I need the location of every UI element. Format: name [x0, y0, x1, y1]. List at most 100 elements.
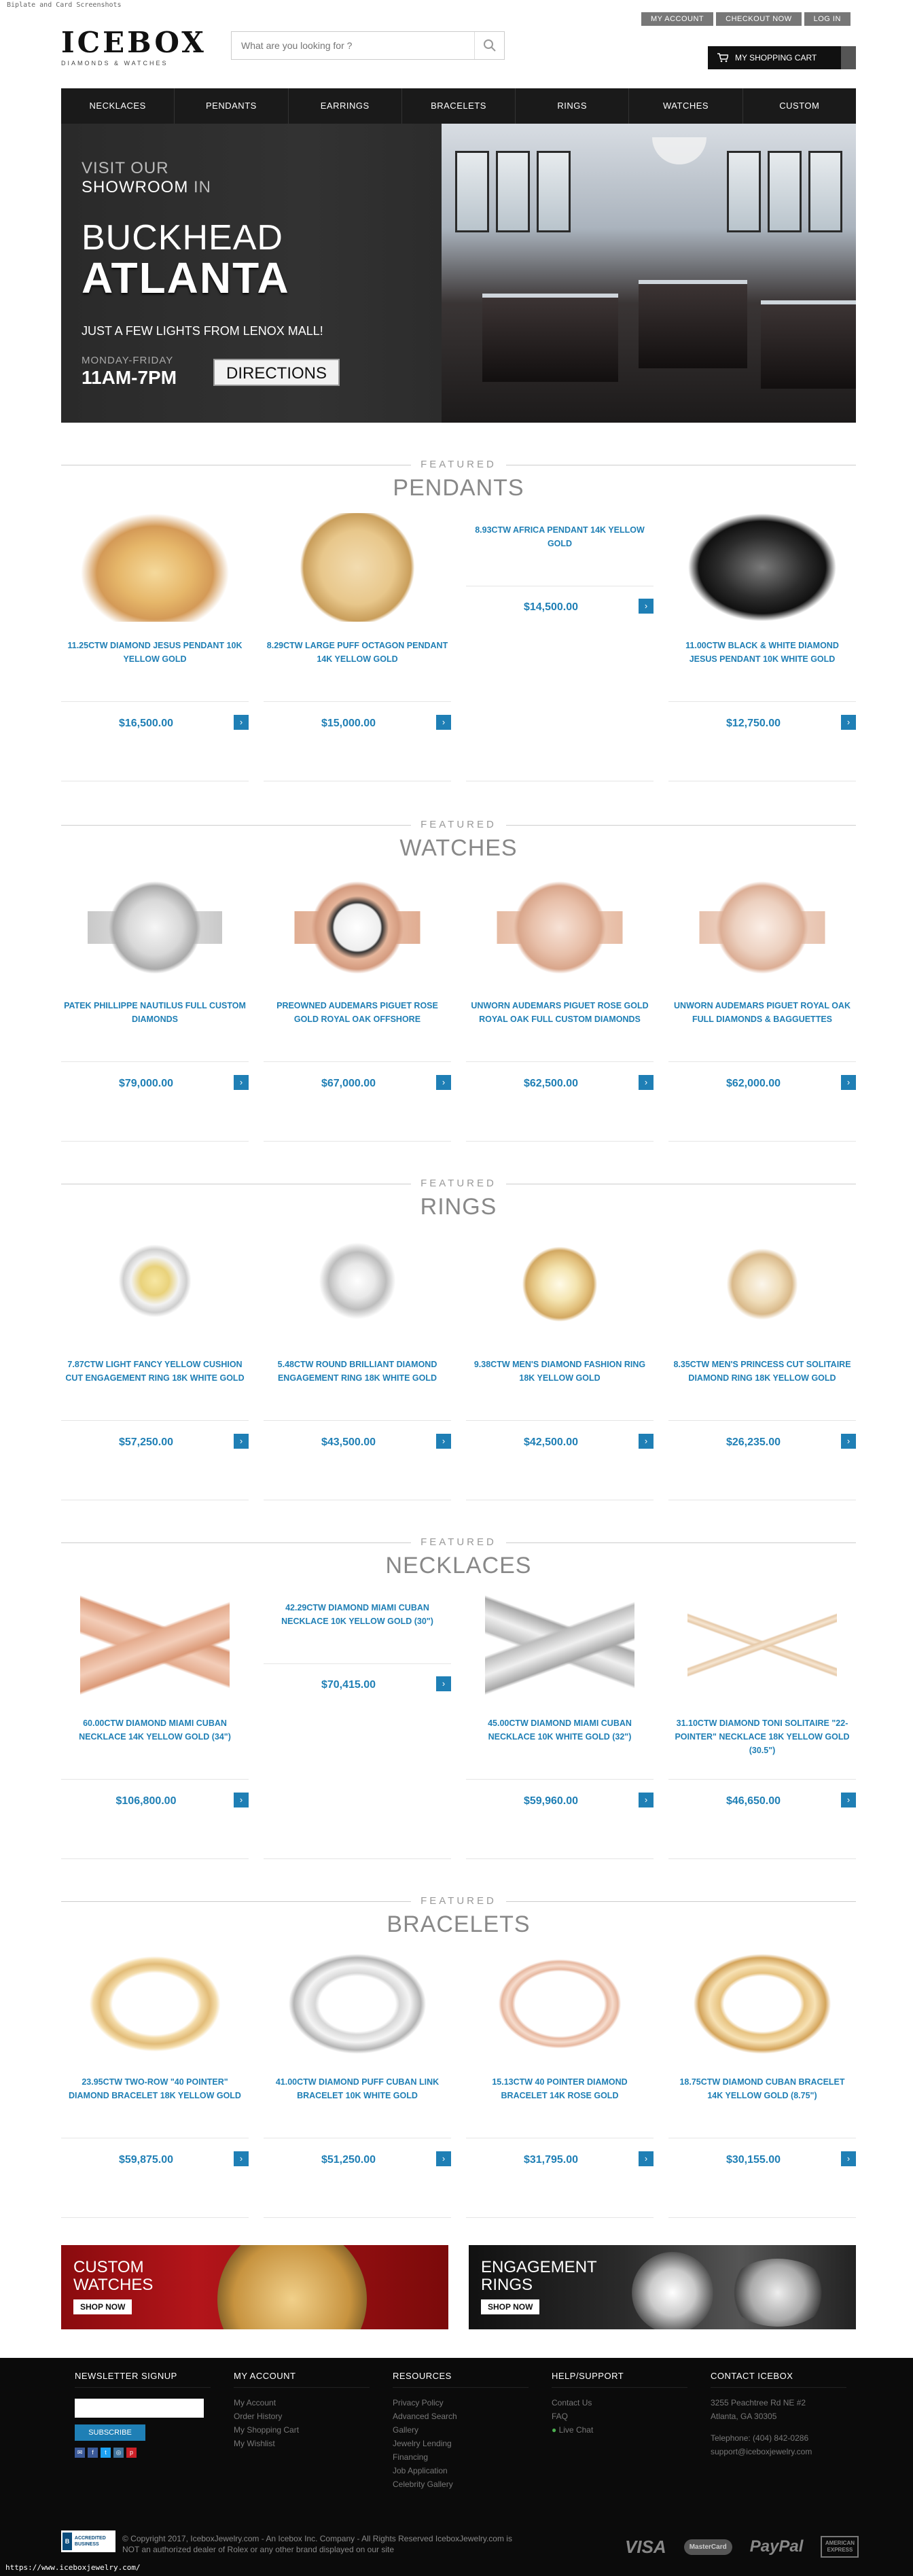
subscribe-button[interactable]: SUBSCRIBE [75, 2424, 145, 2441]
section-title[interactable]: NECKLACES [61, 1552, 856, 1579]
newsletter-email-input[interactable] [75, 2399, 204, 2418]
nav-watches[interactable]: WATCHES [629, 88, 743, 124]
product-title[interactable]: 11.25CTW DIAMOND JESUS PENDANT 10K YELLO… [61, 639, 249, 666]
product-title[interactable]: 8.35CTW MEN'S PRINCESS CUT SOLITAIRE DIA… [668, 1358, 856, 1385]
search-button[interactable] [474, 32, 504, 59]
chevron-right-icon[interactable]: › [436, 2151, 451, 2166]
product-title[interactable]: UNWORN AUDEMARS PIGUET ROYAL OAK FULL DI… [668, 999, 856, 1026]
product-card[interactable]: PATEK PHILLIPPE NAUTILUS FULL CUSTOM DIA… [61, 870, 249, 1142]
promo-custom-watches[interactable]: CUSTOM WATCHES SHOP NOW [61, 2245, 448, 2329]
product-card[interactable]: 7.87CTW LIGHT FANCY YELLOW CUSHION CUT E… [61, 1229, 249, 1500]
checkout-now-link[interactable]: CHECKOUT NOW [716, 12, 802, 26]
twitter-icon[interactable]: t [101, 2448, 111, 2458]
chevron-right-icon[interactable]: › [234, 1075, 249, 1090]
chevron-right-icon[interactable]: › [234, 2151, 249, 2166]
product-image[interactable] [668, 1946, 856, 2062]
product-card[interactable]: 41.00CTW DIAMOND PUFF CUBAN LINK BRACELE… [264, 1946, 451, 2218]
footer-link[interactable]: Contact Us [552, 2396, 687, 2410]
footer-link[interactable]: Jewelry Lending [393, 2437, 529, 2450]
hero-banner[interactable]: VISIT OUR SHOWROOM IN BUCKHEAD ATLANTA J… [61, 124, 856, 423]
product-card[interactable]: UNWORN AUDEMARS PIGUET ROSE GOLD ROYAL O… [466, 870, 654, 1142]
product-card[interactable]: 42.29CTW DIAMOND MIAMI CUBAN NECKLACE 10… [264, 1587, 451, 1859]
chevron-right-icon[interactable]: › [234, 1434, 249, 1449]
product-card[interactable]: 23.95CTW TWO-ROW "40 POINTER" DIAMOND BR… [61, 1946, 249, 2218]
promo-engagement-rings[interactable]: ENGAGEMENT RINGS SHOP NOW [469, 2245, 856, 2329]
product-image[interactable] [466, 1229, 654, 1344]
product-image[interactable] [264, 1946, 451, 2062]
product-title[interactable]: 41.00CTW DIAMOND PUFF CUBAN LINK BRACELE… [264, 2075, 451, 2102]
bbb-badge[interactable]: B ACCREDITED BUSINESS [61, 2530, 115, 2552]
directions-button[interactable]: DIRECTIONS [213, 359, 340, 386]
product-card[interactable]: 11.25CTW DIAMOND JESUS PENDANT 10K YELLO… [61, 510, 249, 781]
chevron-right-icon[interactable]: › [436, 1676, 451, 1691]
product-image[interactable] [668, 1587, 856, 1703]
product-card[interactable]: 8.35CTW MEN'S PRINCESS CUT SOLITAIRE DIA… [668, 1229, 856, 1500]
product-image[interactable] [61, 1587, 249, 1703]
product-image[interactable] [466, 1946, 654, 2062]
section-title[interactable]: PENDANTS [61, 474, 856, 501]
pinterest-icon[interactable]: p [126, 2448, 137, 2458]
shopping-cart-button[interactable]: MY SHOPPING CART [708, 46, 856, 69]
chevron-right-icon[interactable]: › [841, 1434, 856, 1449]
chevron-right-icon[interactable]: › [639, 1793, 654, 1807]
product-title[interactable]: 15.13CTW 40 POINTER DIAMOND BRACELET 14K… [466, 2075, 654, 2102]
my-account-link[interactable]: MY ACCOUNT [641, 12, 714, 26]
footer-link[interactable]: Financing [393, 2450, 529, 2464]
chevron-right-icon[interactable]: › [639, 1434, 654, 1449]
product-title[interactable]: 31.10CTW DIAMOND TONI SOLITAIRE "22-POIN… [668, 1716, 856, 1757]
footer-link[interactable]: Order History [234, 2410, 370, 2423]
product-image[interactable] [466, 870, 654, 985]
section-title[interactable]: BRACELETS [61, 1911, 856, 1938]
product-title[interactable]: 45.00CTW DIAMOND MIAMI CUBAN NECKLACE 10… [466, 1716, 654, 1744]
product-card[interactable]: 31.10CTW DIAMOND TONI SOLITAIRE "22-POIN… [668, 1587, 856, 1859]
product-title[interactable]: PATEK PHILLIPPE NAUTILUS FULL CUSTOM DIA… [61, 999, 249, 1026]
footer-link[interactable]: Job Application [393, 2464, 529, 2477]
chevron-right-icon[interactable]: › [234, 715, 249, 730]
facebook-icon[interactable]: f [88, 2448, 98, 2458]
product-title[interactable]: 18.75CTW DIAMOND CUBAN BRACELET 14K YELL… [668, 2075, 856, 2102]
footer-link[interactable]: Celebrity Gallery [393, 2477, 529, 2491]
nav-bracelets[interactable]: BRACELETS [402, 88, 516, 124]
product-card[interactable]: 15.13CTW 40 POINTER DIAMOND BRACELET 14K… [466, 1946, 654, 2218]
product-card[interactable]: 60.00CTW DIAMOND MIAMI CUBAN NECKLACE 14… [61, 1587, 249, 1859]
log-in-link[interactable]: LOG IN [804, 12, 851, 26]
product-image[interactable] [668, 510, 856, 625]
product-image[interactable] [264, 1229, 451, 1344]
product-title[interactable]: 5.48CTW ROUND BRILLIANT DIAMOND ENGAGEME… [264, 1358, 451, 1385]
nav-rings[interactable]: RINGS [516, 88, 630, 124]
footer-link[interactable]: My Account [234, 2396, 370, 2410]
product-title[interactable]: UNWORN AUDEMARS PIGUET ROSE GOLD ROYAL O… [466, 999, 654, 1026]
product-image[interactable] [61, 1946, 249, 2062]
product-image[interactable] [466, 1587, 654, 1703]
footer-email[interactable]: support@iceboxjewelry.com [711, 2445, 846, 2458]
chevron-right-icon[interactable]: › [841, 1075, 856, 1090]
instagram-icon[interactable]: ◎ [113, 2448, 124, 2458]
footer-link[interactable]: My Shopping Cart [234, 2423, 370, 2437]
nav-necklaces[interactable]: NECKLACES [61, 88, 175, 124]
product-image[interactable] [668, 1229, 856, 1344]
chevron-right-icon[interactable]: › [841, 1793, 856, 1807]
product-card[interactable]: 8.29CTW LARGE PUFF OCTAGON PENDANT 14K Y… [264, 510, 451, 781]
product-image[interactable] [668, 870, 856, 985]
chevron-right-icon[interactable]: › [436, 1434, 451, 1449]
product-card[interactable]: 18.75CTW DIAMOND CUBAN BRACELET 14K YELL… [668, 1946, 856, 2218]
footer-link[interactable]: Privacy Policy [393, 2396, 529, 2410]
product-title[interactable]: 8.93CTW AFRICA PENDANT 14K YELLOW GOLD [466, 523, 654, 550]
footer-link[interactable]: FAQ [552, 2410, 687, 2423]
product-image[interactable] [264, 510, 451, 625]
cart-dropdown-toggle[interactable] [841, 46, 856, 69]
product-title[interactable]: 42.29CTW DIAMOND MIAMI CUBAN NECKLACE 10… [264, 1601, 451, 1628]
nav-earrings[interactable]: EARRINGS [289, 88, 402, 124]
product-image[interactable] [264, 870, 451, 985]
chevron-right-icon[interactable]: › [841, 2151, 856, 2166]
product-title[interactable]: 7.87CTW LIGHT FANCY YELLOW CUSHION CUT E… [61, 1358, 249, 1385]
product-card[interactable]: 5.48CTW ROUND BRILLIANT DIAMOND ENGAGEME… [264, 1229, 451, 1500]
chevron-right-icon[interactable]: › [436, 715, 451, 730]
section-title[interactable]: RINGS [61, 1193, 856, 1220]
chevron-right-icon[interactable]: › [234, 1793, 249, 1807]
chevron-right-icon[interactable]: › [436, 1075, 451, 1090]
email-icon[interactable]: ✉ [75, 2448, 85, 2458]
footer-link[interactable]: ● Live Chat [552, 2423, 687, 2437]
product-title[interactable]: 11.00CTW BLACK & WHITE DIAMOND JESUS PEN… [668, 639, 856, 666]
product-image[interactable] [61, 1229, 249, 1344]
